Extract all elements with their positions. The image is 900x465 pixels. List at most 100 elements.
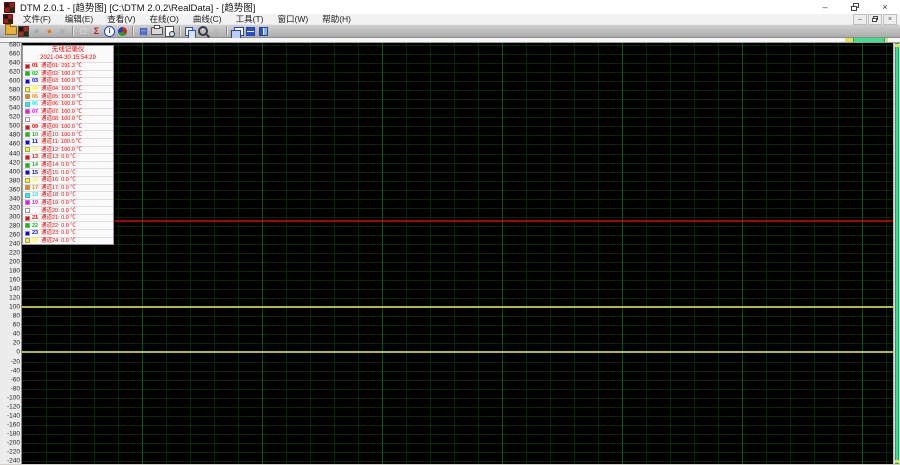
y-axis-tick: 320 xyxy=(9,204,20,211)
plot-area[interactable]: 无线记录仪 2021-04-30 15:54:29 01通道01: 291.3 … xyxy=(22,43,893,464)
menu-item-help[interactable]: 帮助(H) xyxy=(315,14,358,24)
legend-row-10[interactable]: 10通道10: 100.0 ℃ xyxy=(23,130,113,138)
menu-item-online[interactable]: 在线(O) xyxy=(143,14,186,24)
menu-item-tools[interactable]: 工具(T) xyxy=(229,14,271,24)
cascade-windows-icon[interactable] xyxy=(231,25,244,37)
menu-item-file[interactable]: 文件(F) xyxy=(16,14,58,24)
menu-item-view[interactable]: 查看(V) xyxy=(100,14,142,24)
legend-row-03[interactable]: 03通道03: 100.0 ℃ xyxy=(23,77,113,85)
legend-row-22[interactable]: 22通道22: 0.0 ℃ xyxy=(23,221,113,229)
channel-value: 通道19: 0.0 ℃ xyxy=(41,200,76,206)
gridline-horizontal xyxy=(22,271,893,272)
y-axis-tick: 180 xyxy=(9,268,20,275)
channel-number: 12 xyxy=(32,147,41,153)
gridline-horizontal xyxy=(22,280,893,281)
close-button[interactable]: × xyxy=(870,0,900,14)
restore-button[interactable] xyxy=(840,0,870,14)
gridline-horizontal xyxy=(22,371,893,372)
menu-item-edit[interactable]: 编辑(E) xyxy=(58,14,100,24)
channel-value: 通道09: 100.0 ℃ xyxy=(41,124,82,130)
y-axis-tick: 260 xyxy=(9,231,20,238)
info-icon[interactable]: i xyxy=(103,25,116,37)
legend-row-12[interactable]: 12通道12: 100.0 ℃ xyxy=(23,146,113,154)
gridline-vertical xyxy=(166,43,167,464)
print-preview-icon[interactable] xyxy=(163,25,176,37)
legend-row-20[interactable]: 20通道20: 0.0 ℃ xyxy=(23,206,113,214)
tile-horizontal-icon[interactable] xyxy=(244,25,257,37)
data-grid-glyph xyxy=(18,26,29,37)
gridline-vertical xyxy=(334,43,335,464)
tile-horizontal-glyph xyxy=(246,27,255,36)
copy-icon[interactable] xyxy=(184,25,197,37)
mdi-restore-button[interactable] xyxy=(868,14,882,25)
gridline-vertical xyxy=(550,43,551,464)
legend-row-13[interactable]: 13通道13: 0.0 ℃ xyxy=(23,153,113,161)
channel-color-swatch xyxy=(25,223,30,228)
channel-color-swatch xyxy=(25,231,30,236)
gridline-horizontal xyxy=(22,54,893,55)
scroll-cap-left xyxy=(845,38,853,42)
legend-row-19[interactable]: 19通道19: 0.0 ℃ xyxy=(23,199,113,207)
report-icon[interactable]: ▤ xyxy=(137,25,150,37)
legend-row-11[interactable]: 11通道11: 100.0 ℃ xyxy=(23,138,113,146)
start-sample-icon[interactable]: ● xyxy=(43,25,56,37)
legend-row-16[interactable]: 16通道16: 0.0 ℃ xyxy=(23,176,113,184)
mdi-minimize-button[interactable]: – xyxy=(853,14,867,25)
vertical-scrollbar[interactable] xyxy=(893,43,900,464)
y-axis-tick: 40 xyxy=(13,331,20,338)
legend-row-05[interactable]: 05通道05: 100.0 ℃ xyxy=(23,92,113,100)
legend-panel[interactable]: 无线记录仪 2021-04-30 15:54:29 01通道01: 291.3 … xyxy=(22,45,114,245)
menu-item-curve[interactable]: 曲线(C) xyxy=(186,14,229,24)
legend-row-04[interactable]: 04通道04: 100.0 ℃ xyxy=(23,85,113,93)
mdi-close-button[interactable]: × xyxy=(883,14,897,25)
channel-value: 通道15: 0.0 ℃ xyxy=(41,170,76,176)
legend-row-09[interactable]: 09通道09: 100.0 ℃ xyxy=(23,123,113,131)
vertical-scrollbar-thumb[interactable] xyxy=(895,43,899,464)
y-axis-tick: -140 xyxy=(7,412,20,419)
channel-value: 通道08: 100.0 ℃ xyxy=(41,116,82,122)
horizontal-scrollbar-thumb[interactable] xyxy=(845,38,888,42)
legend-row-07[interactable]: 07通道07: 100.0 ℃ xyxy=(23,108,113,116)
open-folder-icon[interactable] xyxy=(4,25,17,37)
y-axis-tick: 240 xyxy=(9,240,20,247)
channel-color-swatch xyxy=(25,193,30,198)
legend-row-15[interactable]: 15通道15: 0.0 ℃ xyxy=(23,168,113,176)
y-axis-tick: 580 xyxy=(9,87,20,94)
print-icon[interactable] xyxy=(150,25,163,37)
minimize-button[interactable]: – xyxy=(810,0,840,14)
channel-color-swatch xyxy=(25,208,30,213)
mdi-child-icon[interactable] xyxy=(3,14,13,24)
legend-row-06[interactable]: 06通道06: 100.0 ℃ xyxy=(23,100,113,108)
gridline-horizontal xyxy=(22,163,893,164)
legend-row-14[interactable]: 14通道14: 0.0 ℃ xyxy=(23,161,113,169)
legend-row-08[interactable]: 08通道08: 100.0 ℃ xyxy=(23,115,113,123)
channel-value: 通道16: 0.0 ℃ xyxy=(41,177,76,183)
menu-item-window[interactable]: 窗口(W) xyxy=(271,14,316,24)
statistics-sigma-icon[interactable]: Σ xyxy=(90,25,103,37)
legend-row-24[interactable]: 24通道24: 0.0 ℃ xyxy=(23,237,113,245)
gridline-vertical xyxy=(622,43,623,464)
data-grid-icon[interactable] xyxy=(17,25,30,37)
legend-timestamp: 2021-04-30 15:54:29 xyxy=(23,54,113,62)
legend-row-21[interactable]: 21通道21: 0.0 ℃ xyxy=(23,214,113,222)
y-axis-tick: 400 xyxy=(9,168,20,175)
zoom-icon[interactable] xyxy=(197,25,210,37)
y-axis-tick: -180 xyxy=(7,430,20,437)
area-select-icon[interactable]: □ xyxy=(77,25,90,37)
pie-chart-icon[interactable] xyxy=(116,25,129,37)
legend-row-02[interactable]: 02通道02: 100.0 ℃ xyxy=(23,70,113,78)
legend-row-23[interactable]: 23通道23: 0.0 ℃ xyxy=(23,229,113,237)
gridline-horizontal xyxy=(22,443,893,444)
legend-row-01[interactable]: 01通道01: 291.3 ℃ xyxy=(23,62,113,70)
legend-row-17[interactable]: 17通道17: 0.0 ℃ xyxy=(23,184,113,192)
channel-number: 10 xyxy=(32,132,41,138)
gridline-horizontal xyxy=(22,181,893,182)
channel-color-swatch xyxy=(25,155,30,160)
tile-vertical-icon[interactable] xyxy=(257,25,270,37)
legend-row-18[interactable]: 18通道18: 0.0 ℃ xyxy=(23,191,113,199)
series-line-01 xyxy=(22,220,893,222)
y-axis-tick: 500 xyxy=(9,123,20,130)
channel-value: 通道07: 100.0 ℃ xyxy=(41,109,82,115)
mdi-window-controls: – × xyxy=(852,14,897,25)
window-controls: – × xyxy=(810,0,900,14)
